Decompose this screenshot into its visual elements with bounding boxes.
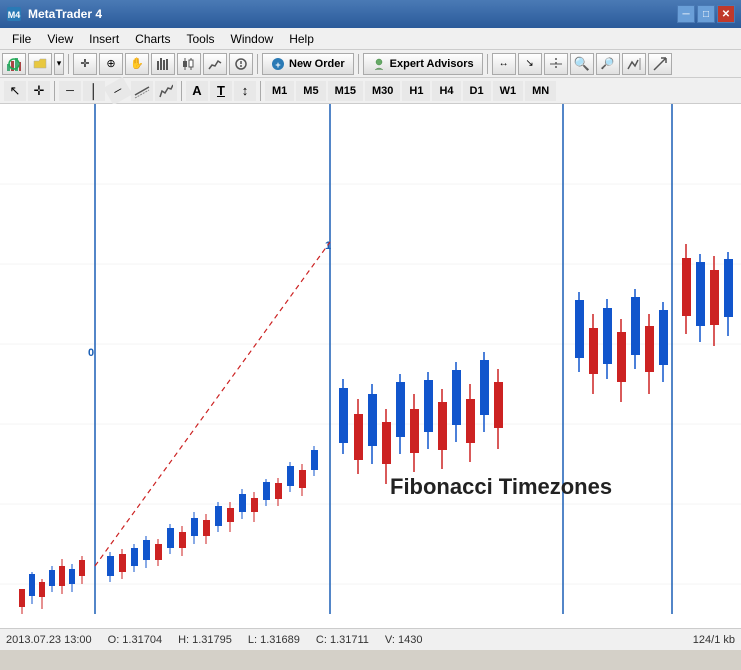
hline-tool[interactable]: ─ [59, 81, 81, 101]
chart-shift-btn[interactable]: ↔ [492, 53, 516, 75]
properties-btn[interactable] [229, 53, 253, 75]
tf-d1[interactable]: D1 [463, 81, 491, 101]
draw-sep2 [181, 81, 182, 101]
tf-h1[interactable]: H1 [402, 81, 430, 101]
menu-tools[interactable]: Tools [179, 28, 223, 49]
sep3 [358, 54, 359, 74]
arrow-mark-tool[interactable]: ↕ [234, 81, 256, 101]
status-volume: V: 1430 [385, 634, 423, 646]
new-chart-btn[interactable] [2, 53, 26, 75]
svg-text:M4: M4 [8, 10, 21, 20]
maximize-button[interactable]: □ [697, 5, 715, 23]
chart-type-btn[interactable] [648, 53, 672, 75]
svg-text:0: 0 [88, 347, 94, 359]
svg-text:1: 1 [325, 240, 331, 252]
candle-btn[interactable] [177, 53, 201, 75]
new-order-button[interactable]: + New Order [262, 53, 354, 75]
main-toolbar: ▾ ✛ ⊕ ✋ + New Order Expert Advisors ↔ ↘ … [0, 50, 741, 78]
status-bar: 2013.07.23 13:00 O: 1.31704 H: 1.31795 L… [0, 628, 741, 650]
tf-h4[interactable]: H4 [432, 81, 460, 101]
text-tool-T[interactable]: T [210, 81, 232, 101]
title-bar: M4 MetaTrader 4 ─ □ ✕ [0, 0, 741, 28]
new-order-label: New Order [289, 58, 345, 70]
arrow-tool[interactable]: ↖ [4, 81, 26, 101]
chart-area[interactable]: 0 1 Fibonacci Timezones [0, 104, 741, 628]
status-open: O: 1.31704 [108, 634, 162, 646]
menu-file[interactable]: File [4, 28, 39, 49]
app-title: MetaTrader 4 [28, 7, 677, 21]
draw-sep1 [54, 81, 55, 101]
expert-advisors-button[interactable]: Expert Advisors [363, 53, 483, 75]
draw-sep3 [260, 81, 261, 101]
minimize-button[interactable]: ─ [677, 5, 695, 23]
draw-toolbar: ↖ ✛ ─ │ ─ A T ↕ M1 M5 M15 M30 H1 H4 D1 W… [0, 78, 741, 104]
status-close: C: 1.31711 [316, 634, 369, 646]
channel-tool[interactable] [131, 81, 153, 101]
sep4 [487, 54, 488, 74]
status-high: H: 1.31795 [178, 634, 232, 646]
status-datetime: 2013.07.23 13:00 [6, 634, 92, 646]
status-info: 124/1 kb [693, 634, 735, 646]
menu-view[interactable]: View [39, 28, 81, 49]
crosshair-tool[interactable]: ✛ [28, 81, 50, 101]
tf-w1[interactable]: W1 [493, 81, 524, 101]
indicators-btn[interactable] [622, 53, 646, 75]
bar-chart-btn[interactable] [151, 53, 175, 75]
pen-tool[interactable] [155, 81, 177, 101]
cursor-btn[interactable]: ✛ [73, 53, 97, 75]
svg-text:+: + [275, 60, 280, 70]
candlestick-chart: 0 1 Fibonacci Timezones [0, 104, 741, 628]
menu-charts[interactable]: Charts [127, 28, 178, 49]
zoom-out-btn[interactable]: 🔎 [596, 53, 620, 75]
expert-advisors-label: Expert Advisors [390, 58, 474, 70]
sep1 [68, 54, 69, 74]
menu-help[interactable]: Help [281, 28, 322, 49]
app-icon: M4 [6, 6, 22, 22]
tf-m30[interactable]: M30 [365, 81, 400, 101]
tf-mn[interactable]: MN [525, 81, 556, 101]
line-tool[interactable]: ─ [103, 76, 132, 104]
tf-m1[interactable]: M1 [265, 81, 294, 101]
open-btn[interactable] [28, 53, 52, 75]
text-tool-A[interactable]: A [186, 81, 208, 101]
period-sep-btn[interactable] [544, 53, 568, 75]
autoscroll-btn[interactable]: ↘ [518, 53, 542, 75]
tf-m5[interactable]: M5 [296, 81, 325, 101]
status-low: L: 1.31689 [248, 634, 300, 646]
menu-insert[interactable]: Insert [81, 28, 127, 49]
pan-btn[interactable]: ✋ [125, 53, 149, 75]
sep2 [257, 54, 258, 74]
menu-window[interactable]: Window [223, 28, 282, 49]
svg-text:Fibonacci Timezones: Fibonacci Timezones [390, 474, 612, 499]
window-controls: ─ □ ✕ [677, 5, 735, 23]
close-button[interactable]: ✕ [717, 5, 735, 23]
line-chart-btn[interactable] [203, 53, 227, 75]
magnify-btn[interactable]: ⊕ [99, 53, 123, 75]
open-dropdown-btn[interactable]: ▾ [54, 53, 64, 75]
tf-m15[interactable]: M15 [328, 81, 363, 101]
zoom-in-btn[interactable]: 🔍 [570, 53, 594, 75]
vline-tool[interactable]: │ [83, 81, 105, 101]
menu-bar: File View Insert Charts Tools Window Hel… [0, 28, 741, 50]
